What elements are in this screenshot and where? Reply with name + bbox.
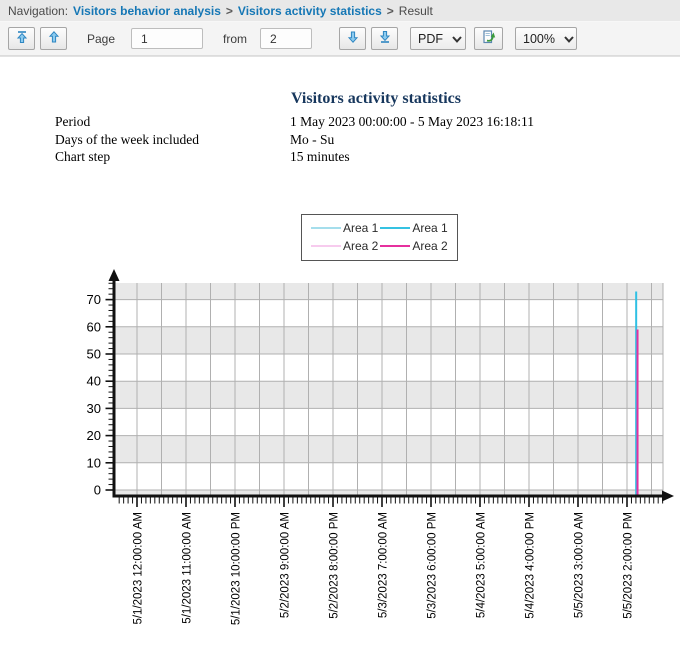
export-format-value: PDF — [418, 32, 443, 46]
first-page-button[interactable] — [8, 27, 35, 50]
zoom-value: 100% — [523, 32, 555, 46]
legend-line-area1 — [380, 227, 410, 229]
svg-text:30: 30 — [87, 401, 101, 416]
days-label: Days of the week included — [55, 131, 290, 149]
from-label: from — [223, 32, 247, 46]
previous-page-button[interactable] — [40, 27, 67, 50]
export-icon — [481, 29, 497, 48]
svg-text:5/1/2023 10:00:00 PM: 5/1/2023 10:00:00 PM — [231, 512, 243, 625]
last-page-icon — [378, 30, 392, 47]
legend-line-area1-light — [311, 227, 341, 229]
breadcrumb-separator: > — [226, 4, 233, 18]
svg-text:60: 60 — [87, 319, 101, 334]
breadcrumb-link-visitors-activity-statistics[interactable]: Visitors activity statistics — [238, 4, 382, 18]
dropdown-chevron-icon — [452, 32, 462, 46]
legend-item: Area 1 — [380, 221, 447, 235]
legend-item: Area 2 — [380, 239, 447, 253]
next-page-icon — [346, 30, 360, 47]
svg-text:5/2/2023 9:00:00 AM: 5/2/2023 9:00:00 AM — [280, 512, 292, 618]
breadcrumb-prefix: Navigation: — [8, 4, 68, 18]
period-value: 1 May 2023 00:00:00 - 5 May 2023 16:18:1… — [290, 113, 534, 131]
report-title: Visitors activity statistics — [70, 90, 680, 108]
report-info: Period 1 May 2023 00:00:00 - 5 May 2023 … — [55, 113, 534, 166]
pages-total-input[interactable] — [260, 28, 312, 49]
legend-label: Area 1 — [343, 221, 378, 235]
export-button[interactable] — [474, 27, 503, 50]
info-row-days: Days of the week included Mo - Su — [55, 131, 534, 149]
svg-text:5/1/2023 12:00:00 AM: 5/1/2023 12:00:00 AM — [133, 512, 145, 625]
svg-text:5/5/2023 3:00:00 AM: 5/5/2023 3:00:00 AM — [574, 512, 586, 618]
page-label: Page — [87, 32, 115, 46]
export-format-select[interactable]: PDF — [410, 27, 466, 50]
chart-step-value: 15 minutes — [290, 148, 350, 166]
breadcrumb-current: Result — [399, 4, 433, 18]
dropdown-chevron-icon — [564, 32, 574, 46]
info-row-period: Period 1 May 2023 00:00:00 - 5 May 2023 … — [55, 113, 534, 131]
breadcrumb-separator: > — [387, 4, 394, 18]
chart-legend: Area 1 Area 1 Area 2 Area 2 — [301, 214, 458, 261]
svg-text:20: 20 — [87, 428, 101, 443]
svg-text:70: 70 — [87, 292, 101, 307]
svg-text:5/3/2023 7:00:00 AM: 5/3/2023 7:00:00 AM — [378, 512, 390, 618]
chart-canvas: 0 10 20 30 40 50 60 70 5/1/2023 12:00:00 AM 5/1/2… — [0, 268, 680, 664]
svg-text:5/1/2023 11:00:00 AM: 5/1/2023 11:00:00 AM — [182, 512, 194, 624]
next-page-button[interactable] — [339, 27, 366, 50]
last-page-button[interactable] — [371, 27, 398, 50]
svg-text:0: 0 — [94, 483, 101, 498]
legend-line-area2 — [380, 245, 410, 247]
period-label: Period — [55, 113, 290, 131]
activity-chart: 0 10 20 30 40 50 60 70 5/1/2023 12:00:00 AM 5/1/2… — [0, 268, 680, 664]
breadcrumb-link-visitors-behavior-analysis[interactable]: Visitors behavior analysis — [73, 4, 221, 18]
info-row-chart-step: Chart step 15 minutes — [55, 148, 534, 166]
days-value: Mo - Su — [290, 131, 334, 149]
svg-text:10: 10 — [87, 455, 101, 470]
svg-text:5/5/2023 2:00:00 PM: 5/5/2023 2:00:00 PM — [623, 512, 635, 619]
zoom-select[interactable]: 100% — [515, 27, 577, 50]
previous-page-icon — [47, 30, 61, 47]
legend-label: Area 1 — [412, 221, 447, 235]
legend-line-area2-light — [311, 245, 341, 247]
svg-text:5/2/2023 8:00:00 PM: 5/2/2023 8:00:00 PM — [329, 512, 341, 619]
svg-text:5/4/2023 5:00:00 AM: 5/4/2023 5:00:00 AM — [476, 512, 488, 618]
report-toolbar: Page from PDF 100% — [0, 22, 680, 56]
svg-text:5/4/2023 4:00:00 PM: 5/4/2023 4:00:00 PM — [525, 512, 537, 619]
legend-label: Area 2 — [412, 239, 447, 253]
svg-text:5/3/2023 6:00:00 PM: 5/3/2023 6:00:00 PM — [427, 512, 439, 619]
legend-label: Area 2 — [343, 239, 378, 253]
legend-item: Area 2 — [311, 239, 378, 253]
breadcrumb: Navigation: Visitors behavior analysis >… — [0, 0, 680, 22]
first-page-icon — [15, 30, 29, 47]
svg-text:50: 50 — [87, 347, 101, 362]
legend-item: Area 1 — [311, 221, 378, 235]
chart-step-label: Chart step — [55, 148, 290, 166]
svg-text:40: 40 — [87, 374, 101, 389]
page-number-input[interactable] — [131, 28, 203, 49]
report-page: Visitors activity statistics Period 1 Ma… — [0, 56, 680, 664]
